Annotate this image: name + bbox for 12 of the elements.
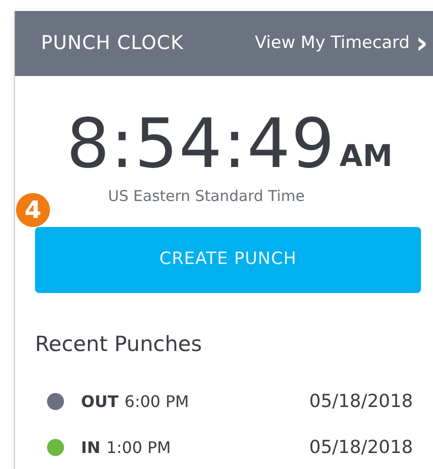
punch-type: IN: [81, 436, 100, 458]
punch-date: 05/18/2018: [309, 390, 413, 414]
punch-time: 1:00 PM: [106, 436, 171, 458]
section-heading: Recent Punches: [35, 331, 203, 358]
header-title: PUNCH CLOCK: [41, 31, 184, 56]
time-zone: US Eastern Standard Time: [108, 186, 305, 207]
punch-time: 6:00 PM: [124, 390, 189, 412]
step-badge: 4: [16, 193, 50, 227]
punch-type: OUT: [81, 390, 119, 412]
clock-time: 8:54:49: [66, 111, 336, 179]
punch-date: 05/18/2018: [309, 436, 413, 460]
clock-meridiem: AM: [340, 138, 393, 176]
